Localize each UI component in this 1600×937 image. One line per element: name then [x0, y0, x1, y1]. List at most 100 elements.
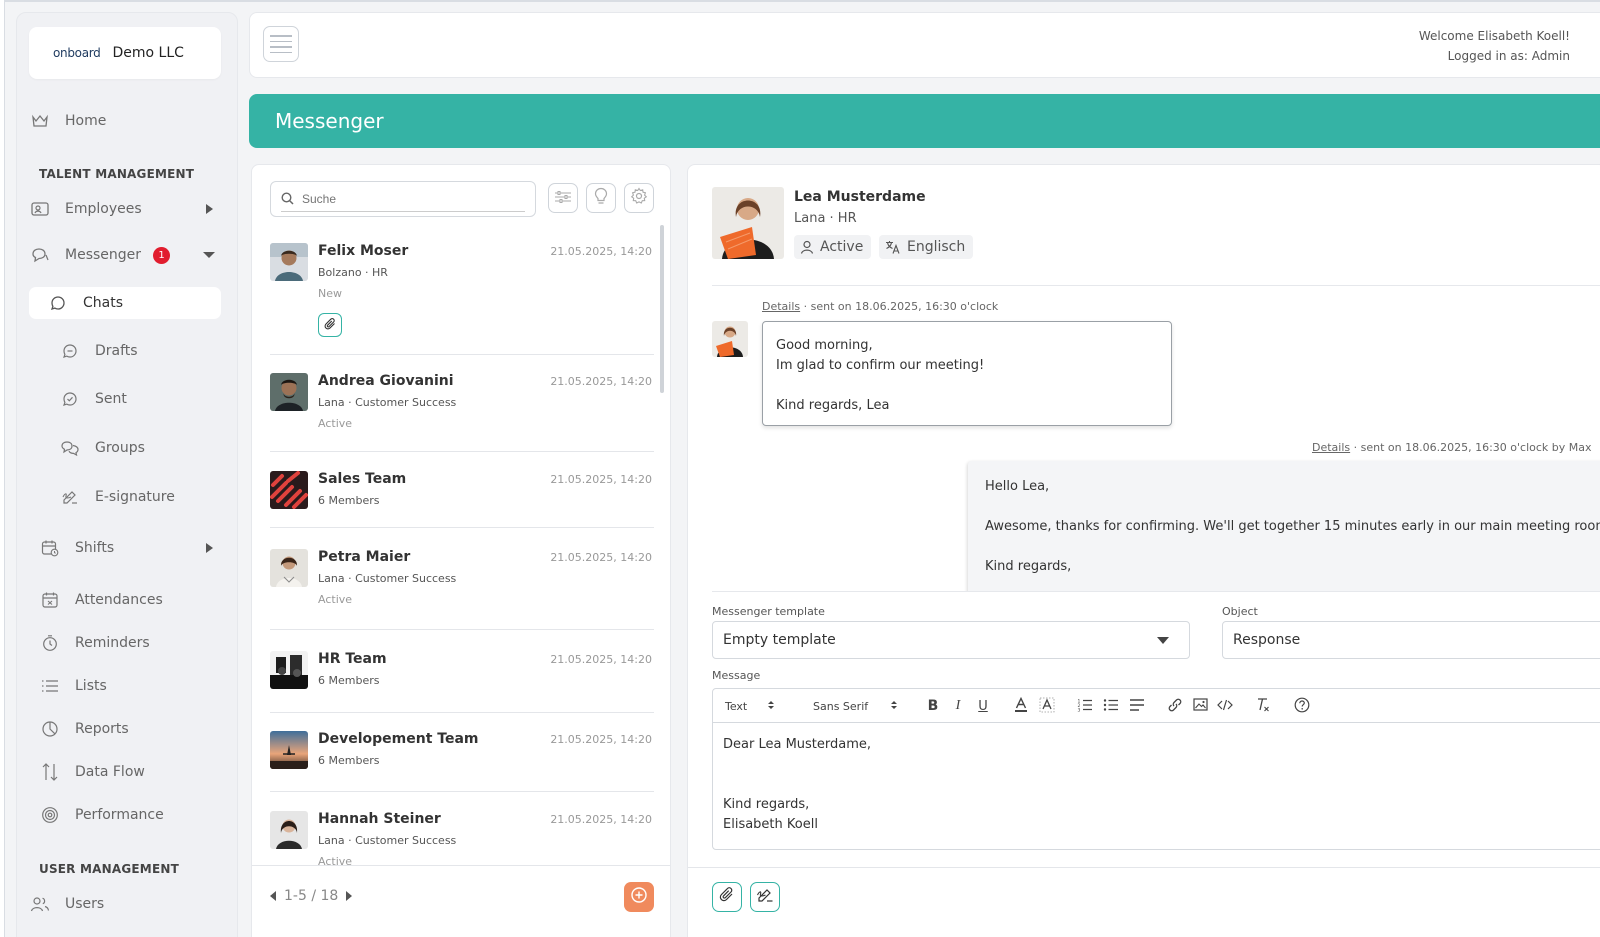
sidebar-item-sent[interactable]: Sent: [29, 383, 221, 415]
filter-button[interactable]: [548, 183, 578, 213]
users-icon: [29, 894, 51, 914]
chat-list-item[interactable]: Petra Maier Lana · Customer Success Acti…: [270, 549, 654, 630]
chat-status: Active: [318, 593, 353, 606]
message-meta: Details · sent on 18.06.2025, 16:30 o'cl…: [762, 300, 998, 313]
bullet-list-button[interactable]: [1101, 689, 1121, 723]
chat-subtitle: 6 Members: [318, 494, 380, 507]
clear-format-button[interactable]: [1253, 689, 1273, 723]
sidebar-item-drafts[interactable]: Drafts: [29, 335, 221, 367]
list-scrollbar[interactable]: [660, 225, 664, 393]
incoming-message-bubble: Good morning, Im glad to confirm our mee…: [762, 321, 1172, 426]
chat-list-item[interactable]: Sales Team 6 Members 21.05.2025, 14:20: [270, 471, 654, 528]
attach-file-button[interactable]: [712, 882, 742, 912]
chat-name: Andrea Giovanini: [318, 373, 454, 389]
meta-text: · sent on 18.06.2025, 16:30 o'clock: [800, 300, 999, 313]
message-meta: Details · sent on 18.06.2025, 16:30 o'cl…: [1312, 441, 1592, 454]
sidebar-item-employees[interactable]: Employees: [29, 193, 221, 225]
message-label: Message: [712, 669, 761, 682]
calendar-x-icon: [39, 590, 61, 610]
chat-list-item[interactable]: Andrea Giovanini Lana · Customer Success…: [270, 373, 654, 452]
object-field[interactable]: Response: [1222, 621, 1600, 659]
image-icon: [1192, 698, 1208, 714]
chat-list-item[interactable]: Developement Team 6 Members 21.05.2025, …: [270, 731, 654, 792]
page-range: 1-5 / 18: [284, 888, 339, 904]
message-editor[interactable]: Text Sans Serif B I U 123 Dear Lea Muste…: [712, 688, 1600, 850]
tips-button[interactable]: [586, 183, 616, 213]
chat-subtitle: Lana · Customer Success: [318, 834, 457, 847]
sidebar-item-shifts[interactable]: Shifts: [29, 532, 221, 564]
attachment-button[interactable]: [318, 313, 342, 337]
object-label: Object: [1222, 605, 1258, 618]
details-link[interactable]: Details: [1312, 441, 1350, 454]
highlight-button[interactable]: [1037, 689, 1057, 723]
sidebar-item-lists[interactable]: Lists: [29, 670, 221, 702]
svg-text:3: 3: [1078, 707, 1081, 712]
text-style-value: Text: [725, 699, 748, 713]
image-button[interactable]: [1190, 689, 1210, 723]
conversation-panel: Lea Musterdame Lana · HR Active Englisch…: [687, 164, 1600, 937]
sidebar-item-messenger[interactable]: Messenger 1: [29, 239, 221, 271]
message-line: Hello Lea,: [985, 479, 1050, 494]
brand[interactable]: onboard Demo LLC: [29, 27, 221, 79]
sidebar-item-label: Performance: [75, 807, 164, 823]
editor-line: Elisabeth Koell: [723, 817, 818, 832]
language-chip: Englisch: [879, 235, 974, 259]
template-select[interactable]: Empty template: [712, 621, 1190, 659]
italic-icon: I: [955, 698, 961, 713]
sidebar-item-chats[interactable]: Chats: [29, 287, 221, 319]
sidebar-item-label: Groups: [95, 440, 145, 456]
sidebar-item-users[interactable]: Users: [29, 888, 221, 920]
settings-button[interactable]: [624, 183, 654, 213]
lightbulb-icon: [594, 187, 608, 209]
app-frame: onboard Demo LLC Home TALENT MANAGEMENT …: [4, 0, 1600, 937]
bold-icon: B: [927, 698, 939, 714]
editor-content[interactable]: Dear Lea Musterdame, Kind regards, Elisa…: [723, 735, 871, 835]
ordered-list-button[interactable]: 123: [1075, 689, 1095, 723]
hamburger-menu-button[interactable]: [263, 26, 299, 62]
chat-date: 21.05.2025, 14:20: [550, 245, 652, 258]
sidebar-item-home[interactable]: Home: [29, 105, 221, 137]
signature-button[interactable]: [750, 882, 780, 912]
page-title: Messenger: [275, 109, 384, 133]
search-box[interactable]: [270, 181, 536, 217]
meta-text: · sent on 18.06.2025, 16:30 o'clock by M…: [1350, 441, 1592, 454]
chat-dots-icon: [59, 341, 81, 361]
welcome-text: Welcome Elisabeth Koell!: [1418, 29, 1570, 43]
contact-name: Lea Musterdame: [794, 189, 926, 205]
sidebar-item-esignature[interactable]: E-signature: [29, 481, 221, 513]
italic-button[interactable]: I: [948, 689, 968, 723]
sidebar-item-attendances[interactable]: Attendances: [29, 584, 221, 616]
sidebar-item-performance[interactable]: Performance: [29, 799, 221, 831]
caret-right-icon: [206, 204, 213, 214]
text-style-select[interactable]: Text: [725, 689, 785, 723]
caret-down-icon: [203, 252, 215, 258]
section-title-talent: TALENT MANAGEMENT: [39, 167, 195, 181]
help-button[interactable]: [1292, 689, 1312, 723]
sidebar-item-label: Sent: [95, 391, 127, 407]
new-chat-button[interactable]: [624, 882, 654, 912]
align-button[interactable]: [1127, 689, 1147, 723]
sidebar-item-reminders[interactable]: Reminders: [29, 627, 221, 659]
contact-subtitle: Lana · HR: [794, 211, 857, 226]
sidebar-item-label: Attendances: [75, 592, 163, 608]
font-select[interactable]: Sans Serif: [813, 689, 903, 723]
link-button[interactable]: [1165, 689, 1185, 723]
chat-list-item[interactable]: Felix Moser Bolzano · HR New 21.05.2025,…: [270, 243, 654, 355]
prev-page-icon[interactable]: [270, 891, 276, 901]
translate-icon: [885, 240, 901, 254]
bold-button[interactable]: B: [923, 689, 943, 723]
details-link[interactable]: Details: [762, 300, 800, 313]
code-button[interactable]: [1215, 689, 1235, 723]
sidebar-item-reports[interactable]: Reports: [29, 713, 221, 745]
chat-name: HR Team: [318, 651, 387, 667]
sidebar-item-groups[interactable]: Groups: [29, 432, 221, 464]
next-page-icon[interactable]: [346, 891, 353, 901]
clear-format-icon: [1255, 697, 1271, 716]
underline-button[interactable]: U: [973, 689, 993, 723]
plus-circle-icon: [630, 886, 648, 908]
chat-list-item[interactable]: HR Team 6 Members 21.05.2025, 14:20: [270, 651, 654, 713]
search-input[interactable]: [302, 192, 522, 206]
font-color-button[interactable]: [1011, 689, 1031, 723]
sidebar-item-dataflow[interactable]: Data Flow: [29, 756, 221, 788]
chat-name: Felix Moser: [318, 243, 409, 259]
